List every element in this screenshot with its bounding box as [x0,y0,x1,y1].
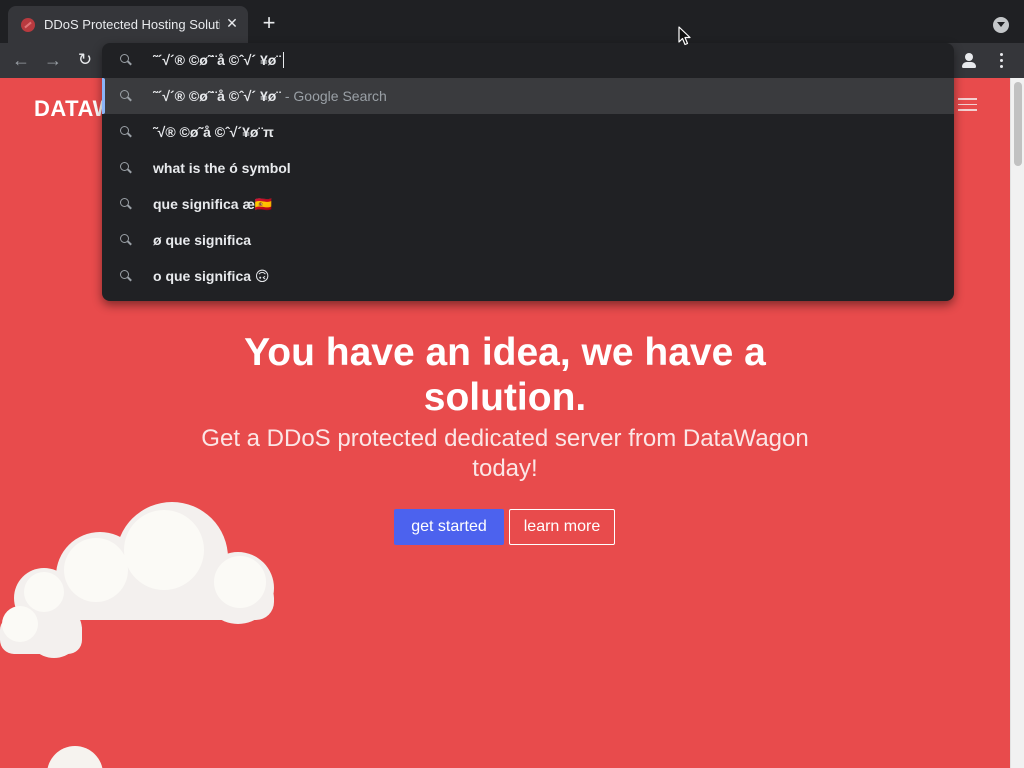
search-icon [120,54,132,66]
search-icon [120,90,132,102]
close-tab-icon[interactable]: ✕ [224,15,240,31]
suggestion-text: ø que significa [153,232,252,248]
suggestion-item[interactable]: o que significa 🙃 [102,258,954,294]
reload-icon[interactable]: ↻ [74,49,96,71]
tab-strip: DDoS Protected Hosting Solutio ✕ + [0,0,1024,43]
search-icon [120,270,132,282]
search-icon [120,126,132,138]
suggestion-text: ˜´√´® ©ø˜¨å ©ˆ√´ ¥ø¨ [153,88,281,104]
suggestion-item[interactable]: ˜√® ©ø˜å ©ˆ√´¥ø¨π [102,114,954,150]
back-icon[interactable]: ← [10,49,32,71]
text-caret [282,52,284,68]
suggestion-text: ˜√® ©ø˜å ©ˆ√´¥ø¨π [153,124,274,140]
scrollbar-thumb[interactable] [1014,82,1022,166]
tab-title: DDoS Protected Hosting Solutio [44,17,220,32]
page-scrollbar[interactable] [1010,78,1024,768]
suggestion-item[interactable]: que significa æ🇪🇸 [102,186,954,222]
mouse-cursor-icon [678,26,691,46]
new-tab-icon[interactable]: + [260,12,278,34]
forward-icon[interactable]: → [42,49,64,71]
site-favicon-icon [21,18,35,32]
suggestion-suffix: - Google Search [280,88,387,104]
suggestion-text: o que significa 🙃 [153,268,270,284]
suggestion-text: que significa æ🇪🇸 [153,196,273,212]
search-icon [120,162,132,174]
address-bar[interactable]: ˜´√´® ©ø˜¨å ©ˆ√´ ¥ø¨ [102,43,954,78]
omnibox-dropdown: ˜´√´® ©ø˜¨å ©ˆ√´ ¥ø¨ ˜´√´® ©ø˜¨å ©ˆ√´ ¥ø… [102,43,954,301]
hero-subtitle: Get a DDoS protected dedicated server fr… [201,425,809,482]
browser-menu-icon[interactable] [991,49,1013,71]
hero-title: You have an idea, we have a solution. [244,331,766,419]
suggestion-list: ˜´√´® ©ø˜¨å ©ˆ√´ ¥ø¨ - Google Search ˜√®… [102,78,954,294]
cloud-illustration-bottom [47,746,103,768]
suggestion-text: what is the ó symbol [153,160,291,176]
profile-icon[interactable] [958,49,980,71]
tab-search-icon[interactable] [993,17,1009,33]
suggestion-item[interactable]: what is the ó symbol [102,150,954,186]
address-input-text[interactable]: ˜´√´® ©ø˜¨å ©ˆ√´ ¥ø¨ [153,52,281,68]
browser-tab[interactable]: DDoS Protected Hosting Solutio ✕ [8,6,248,43]
suggestion-item[interactable]: ˜´√´® ©ø˜¨å ©ˆ√´ ¥ø¨ - Google Search [102,78,954,114]
get-started-button[interactable]: get started [394,509,504,545]
search-icon [120,234,132,246]
hamburger-menu-icon[interactable] [958,98,977,111]
search-icon [120,198,132,210]
cloud-illustration [0,502,274,658]
suggestion-item[interactable]: ø que significa [102,222,954,258]
learn-more-button[interactable]: learn more [509,509,615,545]
